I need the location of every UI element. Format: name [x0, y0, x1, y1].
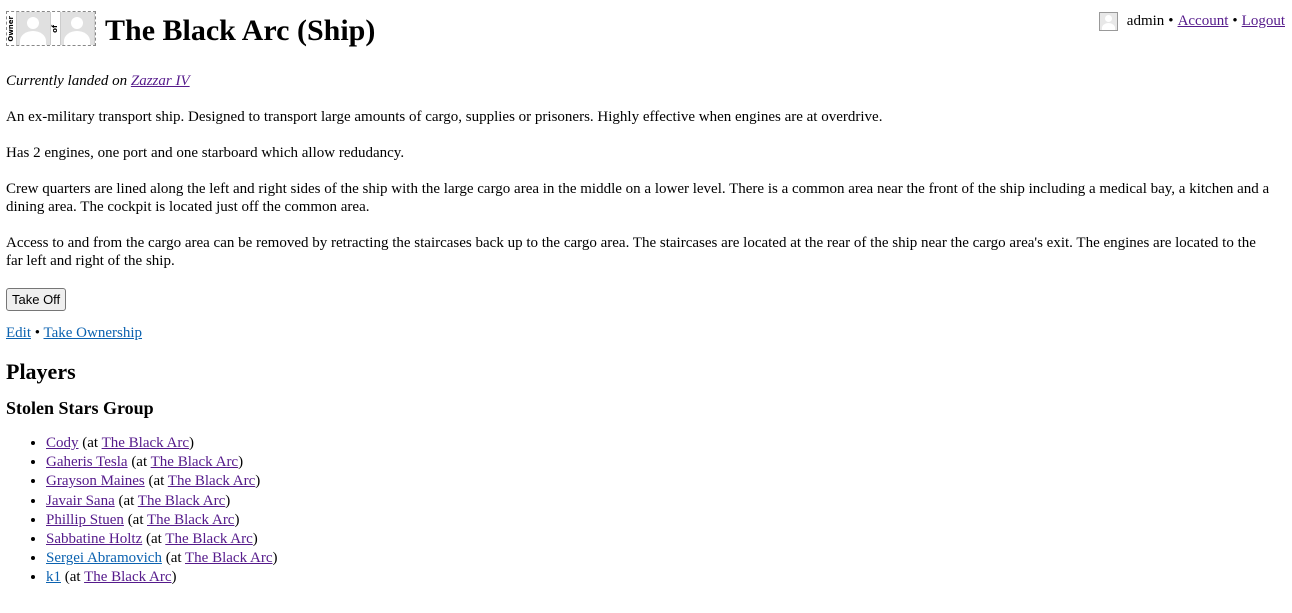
location-prefix: Currently landed on [6, 73, 131, 89]
owner-label: Owner [7, 15, 15, 42]
player-link[interactable]: Phillip Stuen [46, 512, 124, 528]
list-item: Phillip Stuen (at The Black Arc) [46, 511, 1272, 530]
at-suffix: ) [238, 454, 244, 471]
list-item: k1 (at The Black Arc) [46, 568, 1272, 587]
list-item: Javair Sana (at The Black Arc) [46, 492, 1272, 511]
description-paragraph: An ex-military transport ship. Designed … [6, 109, 883, 125]
list-item: Sergei Abramovich (at The Black Arc) [46, 549, 1272, 568]
location-link[interactable]: The Black Arc [84, 569, 171, 585]
logout-link[interactable]: Logout [1242, 13, 1285, 30]
location-link[interactable]: The Black Arc [185, 550, 272, 566]
at-suffix: ) [234, 511, 240, 528]
player-link[interactable]: Sergei Abramovich [46, 550, 162, 566]
description-paragraph: Has 2 engines, one port and one starboar… [6, 145, 405, 161]
username: admin [1126, 13, 1165, 29]
players-list: Cody (at The Black Arc) Gaheris Tesla (a… [6, 434, 1272, 588]
location-link[interactable]: The Black Arc [151, 454, 238, 470]
ship-avatar-icon[interactable] [60, 12, 95, 45]
page-title: The Black Arc (Ship) [105, 13, 376, 47]
user-avatar-icon [1098, 12, 1118, 31]
take-ownership-link[interactable]: Take Ownership [44, 325, 143, 341]
separator: • [1232, 13, 1238, 29]
location-link[interactable]: The Black Arc [138, 493, 225, 509]
group-heading: Stolen Stars Group [6, 398, 154, 418]
at-prefix: (at [64, 569, 85, 586]
ownership-badge: Owner of [6, 11, 96, 46]
description-paragraph: Access to and from the cargo area can be… [6, 235, 1256, 269]
list-item: Gaheris Tesla (at The Black Arc) [46, 453, 1272, 472]
separator: • [1168, 13, 1174, 29]
location-line: Currently landed on Zazzar IV [6, 72, 1272, 90]
location-link[interactable]: The Black Arc [102, 435, 189, 451]
at-suffix: ) [189, 435, 195, 451]
at-suffix: ) [171, 569, 177, 586]
owner-avatar-icon[interactable] [16, 12, 51, 45]
page-header: Owner of The Black Arc (Ship) [6, 11, 375, 46]
list-item: Sabbatine Holtz (at The Black Arc) [46, 530, 1272, 549]
at-prefix: (at [131, 454, 151, 471]
player-link[interactable]: Grayson Maines [46, 473, 145, 489]
admin-links: Edit • Take Ownership [6, 324, 1272, 342]
location-link[interactable]: The Black Arc [147, 512, 234, 528]
action-buttons: Take Off [6, 288, 1272, 311]
player-link[interactable]: Sabbatine Holtz [46, 531, 142, 547]
list-item: Cody (at The Black Arc) [46, 434, 1272, 453]
location-link[interactable]: The Black Arc [165, 531, 252, 547]
at-suffix: ) [225, 492, 231, 509]
player-link[interactable]: Gaheris Tesla [46, 454, 128, 470]
list-item: Grayson Maines (at The Black Arc) [46, 472, 1272, 491]
at-prefix: (at [145, 531, 166, 548]
at-suffix: ) [255, 473, 261, 490]
at-prefix: (at [148, 473, 168, 490]
separator: • [34, 325, 41, 341]
player-link[interactable]: Javair Sana [46, 493, 115, 509]
user-bar: admin • Account • Logout [1098, 12, 1285, 31]
of-label: of [51, 24, 59, 33]
main-content: Currently landed on Zazzar IV An ex-mili… [6, 72, 1272, 588]
planet-link[interactable]: Zazzar IV [131, 73, 190, 89]
player-link[interactable]: Cody [46, 435, 79, 451]
at-prefix: (at [82, 435, 102, 451]
at-prefix: (at [165, 550, 186, 567]
players-heading: Players [6, 359, 76, 384]
at-suffix: ) [252, 531, 258, 548]
at-suffix: ) [272, 550, 278, 567]
player-link[interactable]: k1 [46, 569, 61, 585]
at-prefix: (at [127, 511, 147, 528]
location-link[interactable]: The Black Arc [168, 473, 255, 489]
at-prefix: (at [118, 492, 138, 509]
take-off-button[interactable]: Take Off [6, 288, 67, 311]
edit-link[interactable]: Edit [6, 325, 31, 341]
description-paragraph: Crew quarters are lined along the left a… [6, 181, 1270, 215]
account-link[interactable]: Account [1178, 13, 1229, 30]
